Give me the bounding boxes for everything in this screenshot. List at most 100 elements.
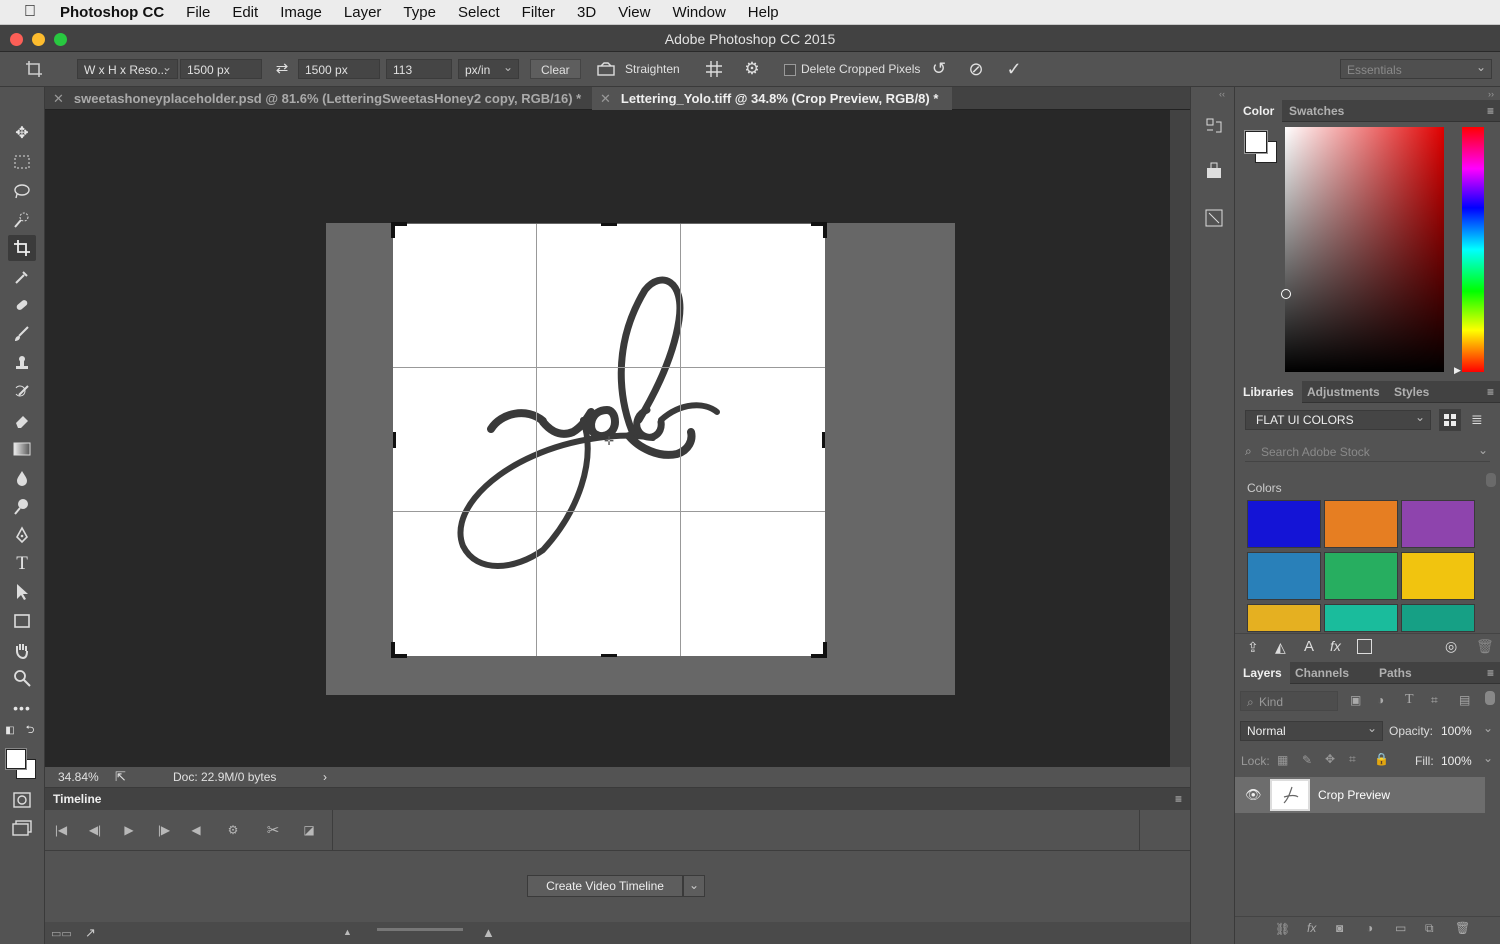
library-color-swatch[interactable] <box>1324 604 1398 632</box>
clone-stamp-tool-icon[interactable] <box>8 350 36 376</box>
color-picker-cursor[interactable] <box>1281 289 1291 299</box>
transition-icon[interactable]: ◪ <box>298 821 320 839</box>
lock-pixels-icon[interactable]: ✎ <box>1302 753 1312 767</box>
menu-help[interactable]: Help <box>737 4 790 21</box>
library-color-swatch[interactable] <box>1324 500 1398 548</box>
go-to-first-frame-icon[interactable]: |◀ <box>50 821 72 839</box>
eraser-tool-icon[interactable] <box>8 407 36 433</box>
timeline-zoom-slider[interactable] <box>377 928 463 931</box>
minimize-window-button[interactable] <box>32 33 45 46</box>
share-icon[interactable]: ↗ <box>85 925 96 941</box>
brush-tool-icon[interactable] <box>8 321 36 347</box>
history-brush-tool-icon[interactable] <box>8 379 36 405</box>
split-scissors-icon[interactable]: ✂ <box>262 821 284 839</box>
close-window-button[interactable] <box>10 33 23 46</box>
apple-icon[interactable]:  <box>0 3 60 21</box>
filter-adjustment-icon[interactable]: ◑ <box>1377 693 1384 707</box>
lock-artboard-icon[interactable]: ⌗ <box>1349 752 1356 767</box>
overlay-grid-icon[interactable] <box>703 59 725 79</box>
eyedropper-tool-icon[interactable] <box>8 264 36 290</box>
expand-icon[interactable]: ›› <box>1488 89 1494 99</box>
type-tool-icon[interactable]: T <box>8 551 36 577</box>
zoom-window-button[interactable] <box>54 33 67 46</box>
crop-preset-select[interactable]: W x H x Reso... <box>77 57 178 79</box>
library-scrollbar[interactable] <box>1486 473 1496 487</box>
filter-type-icon[interactable]: T <box>1405 692 1414 708</box>
zoom-level[interactable]: 34.84% <box>58 767 99 787</box>
tab-layers[interactable]: Layers <box>1235 662 1290 684</box>
crop-handle-top[interactable] <box>601 223 617 226</box>
add-fill-icon[interactable]: ◭ <box>1275 639 1286 656</box>
tab-adjustments[interactable]: Adjustments <box>1299 381 1388 403</box>
clear-button[interactable]: Clear <box>530 59 581 79</box>
tab-swatches[interactable]: Swatches <box>1281 100 1352 122</box>
previous-frame-icon[interactable]: ◀| <box>84 821 106 839</box>
tab-color[interactable]: Color <box>1235 100 1283 122</box>
tab-libraries[interactable]: Libraries <box>1235 381 1302 403</box>
menu-view[interactable]: View <box>607 4 661 21</box>
new-group-icon[interactable]: ▭ <box>1395 921 1406 935</box>
layer-filter-toggle[interactable] <box>1485 691 1495 705</box>
zoom-in-timeline-icon[interactable]: ▲ <box>482 925 495 940</box>
properties-panel-icon[interactable] <box>1200 157 1228 185</box>
close-tab-icon[interactable]: ✕ <box>53 91 64 106</box>
resolution-unit-select[interactable]: px/in <box>458 57 519 79</box>
more-tools-icon[interactable]: ••• <box>8 695 36 721</box>
hue-slider[interactable] <box>1462 127 1484 372</box>
straighten-label[interactable]: Straighten <box>625 59 680 79</box>
timeline-dropdown-icon[interactable]: ⌄ <box>683 875 705 897</box>
tab-channels[interactable]: Channels <box>1287 662 1357 684</box>
dodge-tool-icon[interactable] <box>8 493 36 519</box>
add-mask-icon[interactable]: ◙ <box>1336 921 1343 935</box>
fill-value[interactable]: 100% <box>1441 754 1472 768</box>
chevron-down-icon[interactable]: ⌄ <box>1483 721 1493 735</box>
new-layer-icon[interactable]: ⧉ <box>1425 921 1434 936</box>
zoom-out-timeline-icon[interactable]: ▲ <box>343 927 352 937</box>
lock-transparent-icon[interactable]: ▦ <box>1277 753 1288 767</box>
commit-crop-icon[interactable]: ✓ <box>1003 59 1025 79</box>
quick-selection-tool-icon[interactable] <box>8 207 36 233</box>
app-menu[interactable]: Photoshop CC <box>60 4 175 21</box>
crop-tool-preset-icon[interactable] <box>20 59 48 79</box>
tab-sweetashoney[interactable]: ✕ sweetashoneyplaceholder.psd @ 81.6% (Le… <box>45 87 590 110</box>
audio-icon[interactable]: ◀ <box>185 821 207 839</box>
delete-cropped-checkbox[interactable] <box>784 64 796 76</box>
adjustment-layer-icon[interactable]: ◑ <box>1366 921 1373 935</box>
screen-mode-icon[interactable] <box>8 815 36 841</box>
tab-lettering-yolo[interactable]: ✕ Lettering_Yolo.tiff @ 34.8% (Crop Previ… <box>592 87 952 110</box>
crop-handle-bottom-right[interactable] <box>823 642 827 658</box>
chevron-down-icon[interactable]: ⌄ <box>1483 751 1493 765</box>
trash-icon[interactable]: 🗑 <box>1476 638 1494 655</box>
blend-mode-select[interactable]: Normal <box>1240 719 1383 741</box>
cancel-crop-icon[interactable]: ⊘ <box>965 59 987 79</box>
filter-pixel-icon[interactable]: ▣ <box>1350 693 1361 707</box>
lock-all-icon[interactable]: 🔒 <box>1374 752 1389 766</box>
blur-tool-icon[interactable] <box>8 465 36 491</box>
hue-slider-handle[interactable]: ▶ <box>1454 365 1461 376</box>
crop-handle-right[interactable] <box>822 432 825 448</box>
stock-search-input[interactable]: ⌕ Search Adobe Stock ⌄ <box>1245 442 1490 462</box>
panel-menu-icon[interactable]: ≡ <box>1487 666 1494 680</box>
add-text-style-icon[interactable]: A <box>1304 638 1314 655</box>
lasso-tool-icon[interactable] <box>8 178 36 204</box>
panel-menu-icon[interactable]: ≡ <box>1175 792 1182 806</box>
delete-cropped-label[interactable]: Delete Cropped Pixels <box>801 59 920 79</box>
straighten-icon[interactable] <box>595 59 617 79</box>
crop-resolution-field[interactable]: 113 <box>386 59 452 79</box>
zoom-tool-icon[interactable] <box>8 665 36 691</box>
crop-width-field[interactable]: 1500 px <box>180 59 262 79</box>
create-video-timeline-button[interactable]: Create Video Timeline <box>527 875 683 897</box>
crop-handle-top-left[interactable] <box>391 222 395 238</box>
delete-layer-icon[interactable]: 🗑 <box>1455 921 1470 935</box>
reset-icon[interactable]: ↺ <box>928 59 950 79</box>
status-menu-arrow-icon[interactable]: › <box>323 767 327 787</box>
play-icon[interactable]: ▶ <box>118 821 140 839</box>
filter-smart-object-icon[interactable]: ▤ <box>1459 693 1470 707</box>
library-color-swatch[interactable] <box>1401 552 1475 600</box>
library-color-swatch[interactable] <box>1324 552 1398 600</box>
menu-filter[interactable]: Filter <box>511 4 566 21</box>
library-color-swatch[interactable] <box>1247 552 1321 600</box>
gradient-tool-icon[interactable] <box>8 436 36 462</box>
move-tool-icon[interactable]: ✥ <box>8 120 36 146</box>
foreground-color-swatch[interactable] <box>1245 131 1267 153</box>
